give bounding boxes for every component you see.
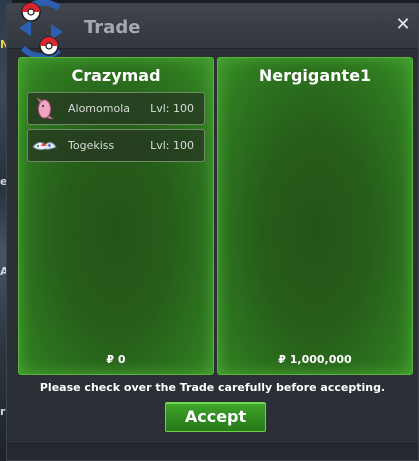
alomomola-icon — [36, 97, 54, 120]
player-name: Nergigante1 — [258, 66, 372, 85]
pokemon-slot[interactable]: Alomomola Lvl: 100 — [27, 92, 205, 125]
accept-button[interactable]: Accept — [165, 402, 266, 432]
money-amount: ₽ 0 — [106, 353, 126, 366]
pokemon-level: Lvl: 100 — [150, 102, 194, 115]
my-offer-panel: Crazymad Alomomola Lvl: 100 Togekiss Lvl… — [18, 57, 214, 375]
pokeball-logo-icon — [19, 0, 63, 60]
partner-offer-panel: Nergigante1 ₽ 1,000,000 — [217, 57, 413, 375]
trade-window: Trade ✕ Crazymad Alomomola Lvl: 100 Toge… — [6, 0, 419, 461]
player-name: Crazymad — [71, 66, 161, 85]
pokemon-level: Lvl: 100 — [150, 139, 194, 152]
bottom-bar — [7, 443, 418, 460]
pokemon-name: Alomomola — [68, 102, 130, 115]
title-bar[interactable]: Trade ✕ — [7, 0, 418, 60]
close-button[interactable]: ✕ — [394, 16, 412, 34]
trade-notice: Please check over the Trade carefully be… — [39, 381, 386, 394]
pokemon-name: Togekiss — [68, 139, 115, 152]
pokemon-slot[interactable]: Togekiss Lvl: 100 — [27, 129, 205, 162]
close-icon: ✕ — [395, 14, 411, 35]
money-amount: ₽ 1,000,000 — [278, 353, 352, 366]
window-title: Trade — [84, 17, 141, 38]
togekiss-icon — [32, 141, 57, 151]
